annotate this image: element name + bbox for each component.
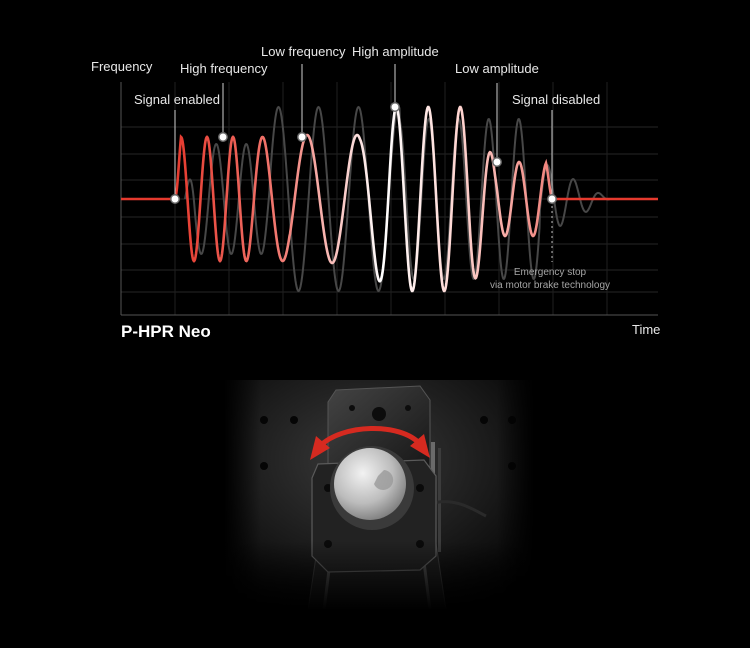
marker-signal-disabled xyxy=(547,194,557,204)
annotation-low-amplitude: Low amplitude xyxy=(455,61,539,76)
y-axis-label: Frequency xyxy=(91,59,153,74)
marker-low-frequency xyxy=(297,132,307,142)
pedal-motor-illustration xyxy=(224,380,534,610)
annotation-low-frequency: Low frequency xyxy=(261,44,346,59)
emergency-stop-title: Emergency stop xyxy=(513,267,587,278)
emergency-stop-note: Emergency stop via motor brake technolog… xyxy=(470,266,630,292)
marker-low-amplitude xyxy=(492,157,502,167)
marker-high-frequency xyxy=(218,132,228,142)
annotation-signal-disabled: Signal disabled xyxy=(512,92,601,107)
emergency-stop-subtitle: via motor brake technology xyxy=(489,280,611,291)
x-axis-label: Time xyxy=(632,322,661,337)
annotation-signal-enabled: Signal enabled xyxy=(134,92,221,107)
annotation-high-frequency: High frequency xyxy=(180,61,268,76)
marker-signal-enabled xyxy=(170,194,180,204)
product-name: P-HPR Neo xyxy=(121,322,211,341)
annotation-high-amplitude: High amplitude xyxy=(352,44,439,59)
marker-high-amplitude xyxy=(390,102,400,112)
